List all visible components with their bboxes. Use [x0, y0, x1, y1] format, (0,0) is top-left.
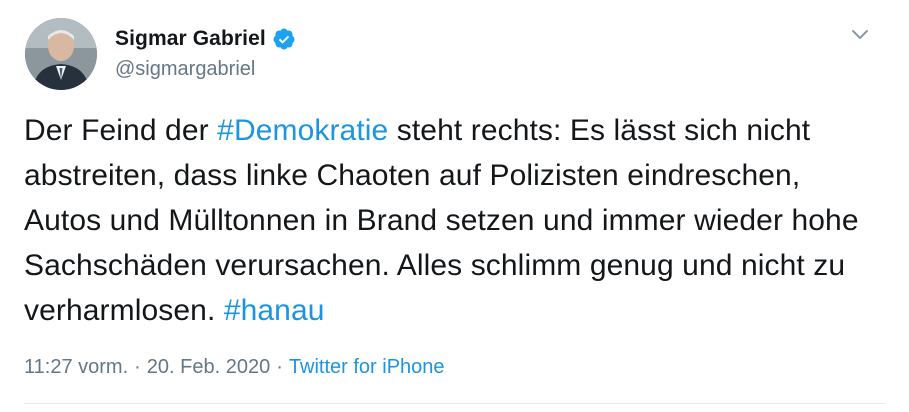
- tweet-meta: 11:27 vorm. · 20. Feb. 2020 · Twitter fo…: [24, 356, 445, 379]
- avatar-image: [25, 18, 97, 90]
- tweet-source-link[interactable]: Twitter for iPhone: [289, 356, 445, 379]
- hashtag-link[interactable]: #Demokratie: [217, 114, 388, 147]
- hashtag-link[interactable]: #hanau: [224, 294, 325, 327]
- author-handle[interactable]: @sigmargabriel: [115, 58, 255, 81]
- meta-separator: ·: [134, 356, 141, 378]
- author-name[interactable]: Sigmar Gabriel: [115, 27, 266, 51]
- chevron-down-icon[interactable]: [848, 22, 872, 46]
- verified-badge-icon: [272, 27, 296, 51]
- tweet-text-segment: Der Feind der: [24, 114, 218, 147]
- author-name-row: Sigmar Gabriel: [115, 24, 296, 54]
- avatar[interactable]: [25, 18, 97, 90]
- tweet-card: Sigmar Gabriel @sigmargabriel Der Feind …: [0, 0, 909, 412]
- tweet-time[interactable]: 11:27 vorm.: [24, 356, 128, 379]
- tweet-date[interactable]: 20. Feb. 2020: [147, 356, 270, 379]
- meta-separator: ·: [276, 356, 283, 378]
- tweet-text: Der Feind der #Demokratie steht rechts: …: [24, 108, 884, 333]
- divider: [24, 403, 885, 404]
